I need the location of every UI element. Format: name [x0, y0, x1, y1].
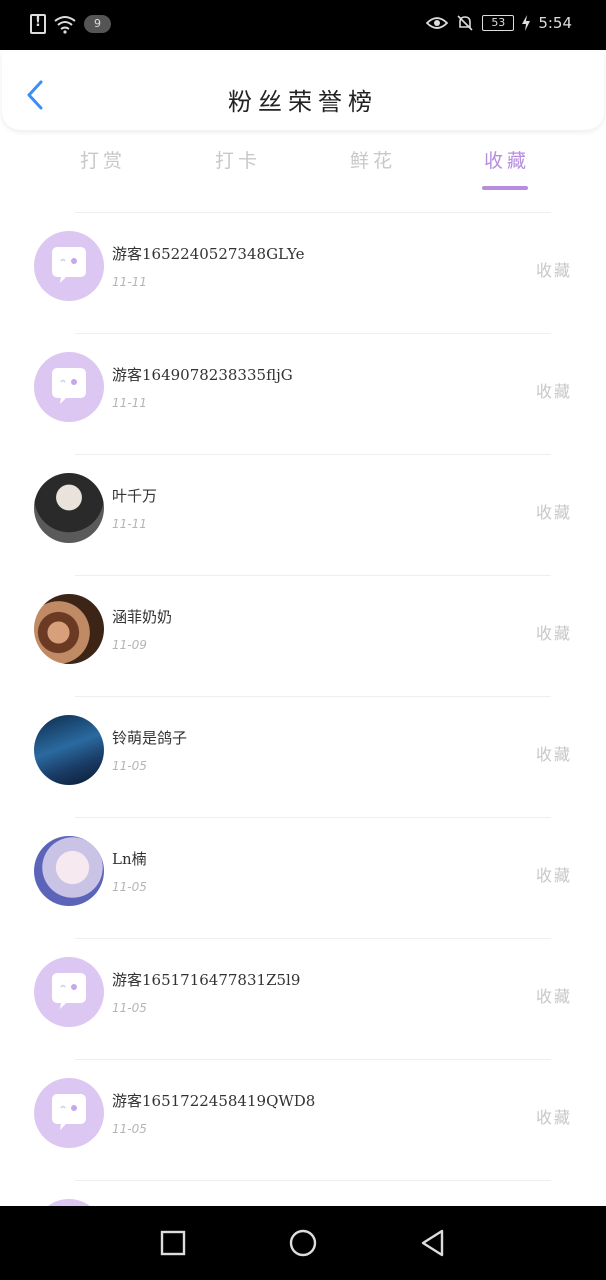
fan-action-label: 收藏: [535, 1108, 572, 1127]
fan-date: 11-05: [112, 880, 147, 894]
fan-date: 11-05: [112, 1001, 147, 1015]
fan-date: 11-09: [112, 638, 147, 652]
fan-date: 11-11: [112, 396, 147, 410]
status-right: 53 5:54: [426, 14, 572, 32]
back-nav-button[interactable]: [418, 1228, 448, 1258]
fan-name: Ln楠: [112, 850, 147, 868]
list-item[interactable]: 游客1651722458419QWD8 11-05 收藏: [0, 1060, 606, 1180]
list-item[interactable]: 游客1649078238335fljG 11-11 收藏: [0, 334, 606, 454]
tab-checkin[interactable]: 打卡: [215, 146, 261, 173]
list-item[interactable]: Ln楠 11-05 收藏: [0, 818, 606, 938]
charging-icon: [522, 15, 531, 31]
fan-date: 11-05: [112, 1122, 147, 1136]
avatar: [34, 715, 104, 785]
sim-alert-icon: [30, 14, 46, 34]
status-bar: 9 53 5:54: [0, 0, 606, 50]
fan-name: 铃萌是鸽子: [112, 729, 188, 747]
fan-action-label: 收藏: [535, 382, 572, 401]
notification-badge: 9: [84, 15, 111, 33]
chat-bubble-icon: [52, 247, 86, 283]
tab-flowers[interactable]: 鲜花: [350, 146, 396, 173]
fan-name: 涵菲奶奶: [112, 608, 173, 626]
recent-apps-button[interactable]: [158, 1228, 188, 1258]
avatar: [34, 1078, 104, 1148]
fan-action-label: 收藏: [535, 624, 572, 643]
fan-action-label: 收藏: [535, 503, 572, 522]
chat-bubble-icon: [52, 368, 86, 404]
avatar: [34, 473, 104, 543]
avatar: [34, 594, 104, 664]
fan-list: 游客1652240527348GLYe 11-11 收藏 游客164907823…: [0, 212, 606, 1280]
avatar: [34, 836, 104, 906]
fan-name: 游客1649078238335fljG: [112, 366, 293, 384]
list-item[interactable]: 铃萌是鸽子 11-05 收藏: [0, 697, 606, 817]
fan-action-label: 收藏: [535, 745, 572, 764]
wifi-icon: [54, 16, 76, 34]
status-left: 9: [30, 14, 111, 34]
fan-name: 叶千万: [112, 487, 158, 505]
tab-tip[interactable]: 打赏: [80, 146, 126, 173]
chat-bubble-icon: [52, 973, 86, 1009]
eye-icon: [426, 17, 449, 29]
fan-name: 游客1651716477831Z5l9: [112, 971, 301, 989]
avatar: [34, 957, 104, 1027]
fan-name: 游客1651722458419QWD8: [112, 1092, 316, 1110]
page-title: 粉丝荣誉榜: [228, 88, 378, 116]
avatar: [34, 231, 104, 301]
app-header: 粉丝荣誉榜: [2, 52, 604, 130]
tab-favorites[interactable]: 收藏: [484, 146, 530, 173]
list-item[interactable]: 游客1651716477831Z5l9 11-05 收藏: [0, 939, 606, 1059]
battery-icon: 53: [482, 15, 515, 31]
status-time: 5:54: [538, 14, 572, 32]
tab-bar: 打赏 打卡 鲜花 收藏: [0, 146, 606, 196]
list-item[interactable]: 叶千万 11-11 收藏: [0, 455, 606, 575]
fan-name: 游客1652240527348GLYe: [112, 245, 305, 263]
fan-action-label: 收藏: [535, 987, 572, 1006]
home-button[interactable]: [288, 1228, 318, 1258]
chat-bubble-icon: [52, 1094, 86, 1130]
list-item[interactable]: 涵菲奶奶 11-09 收藏: [0, 576, 606, 696]
avatar: [34, 352, 104, 422]
fan-date: 11-05: [112, 759, 147, 773]
fan-date: 11-11: [112, 517, 147, 531]
bell-off-icon: [457, 15, 473, 31]
fan-date: 11-11: [112, 275, 147, 289]
system-nav-bar: [0, 1206, 606, 1280]
active-tab-indicator: [482, 186, 528, 190]
fan-action-label: 收藏: [535, 866, 572, 885]
fan-action-label: 收藏: [535, 261, 572, 280]
list-item[interactable]: 游客1652240527348GLYe 11-11 收藏: [0, 213, 606, 333]
